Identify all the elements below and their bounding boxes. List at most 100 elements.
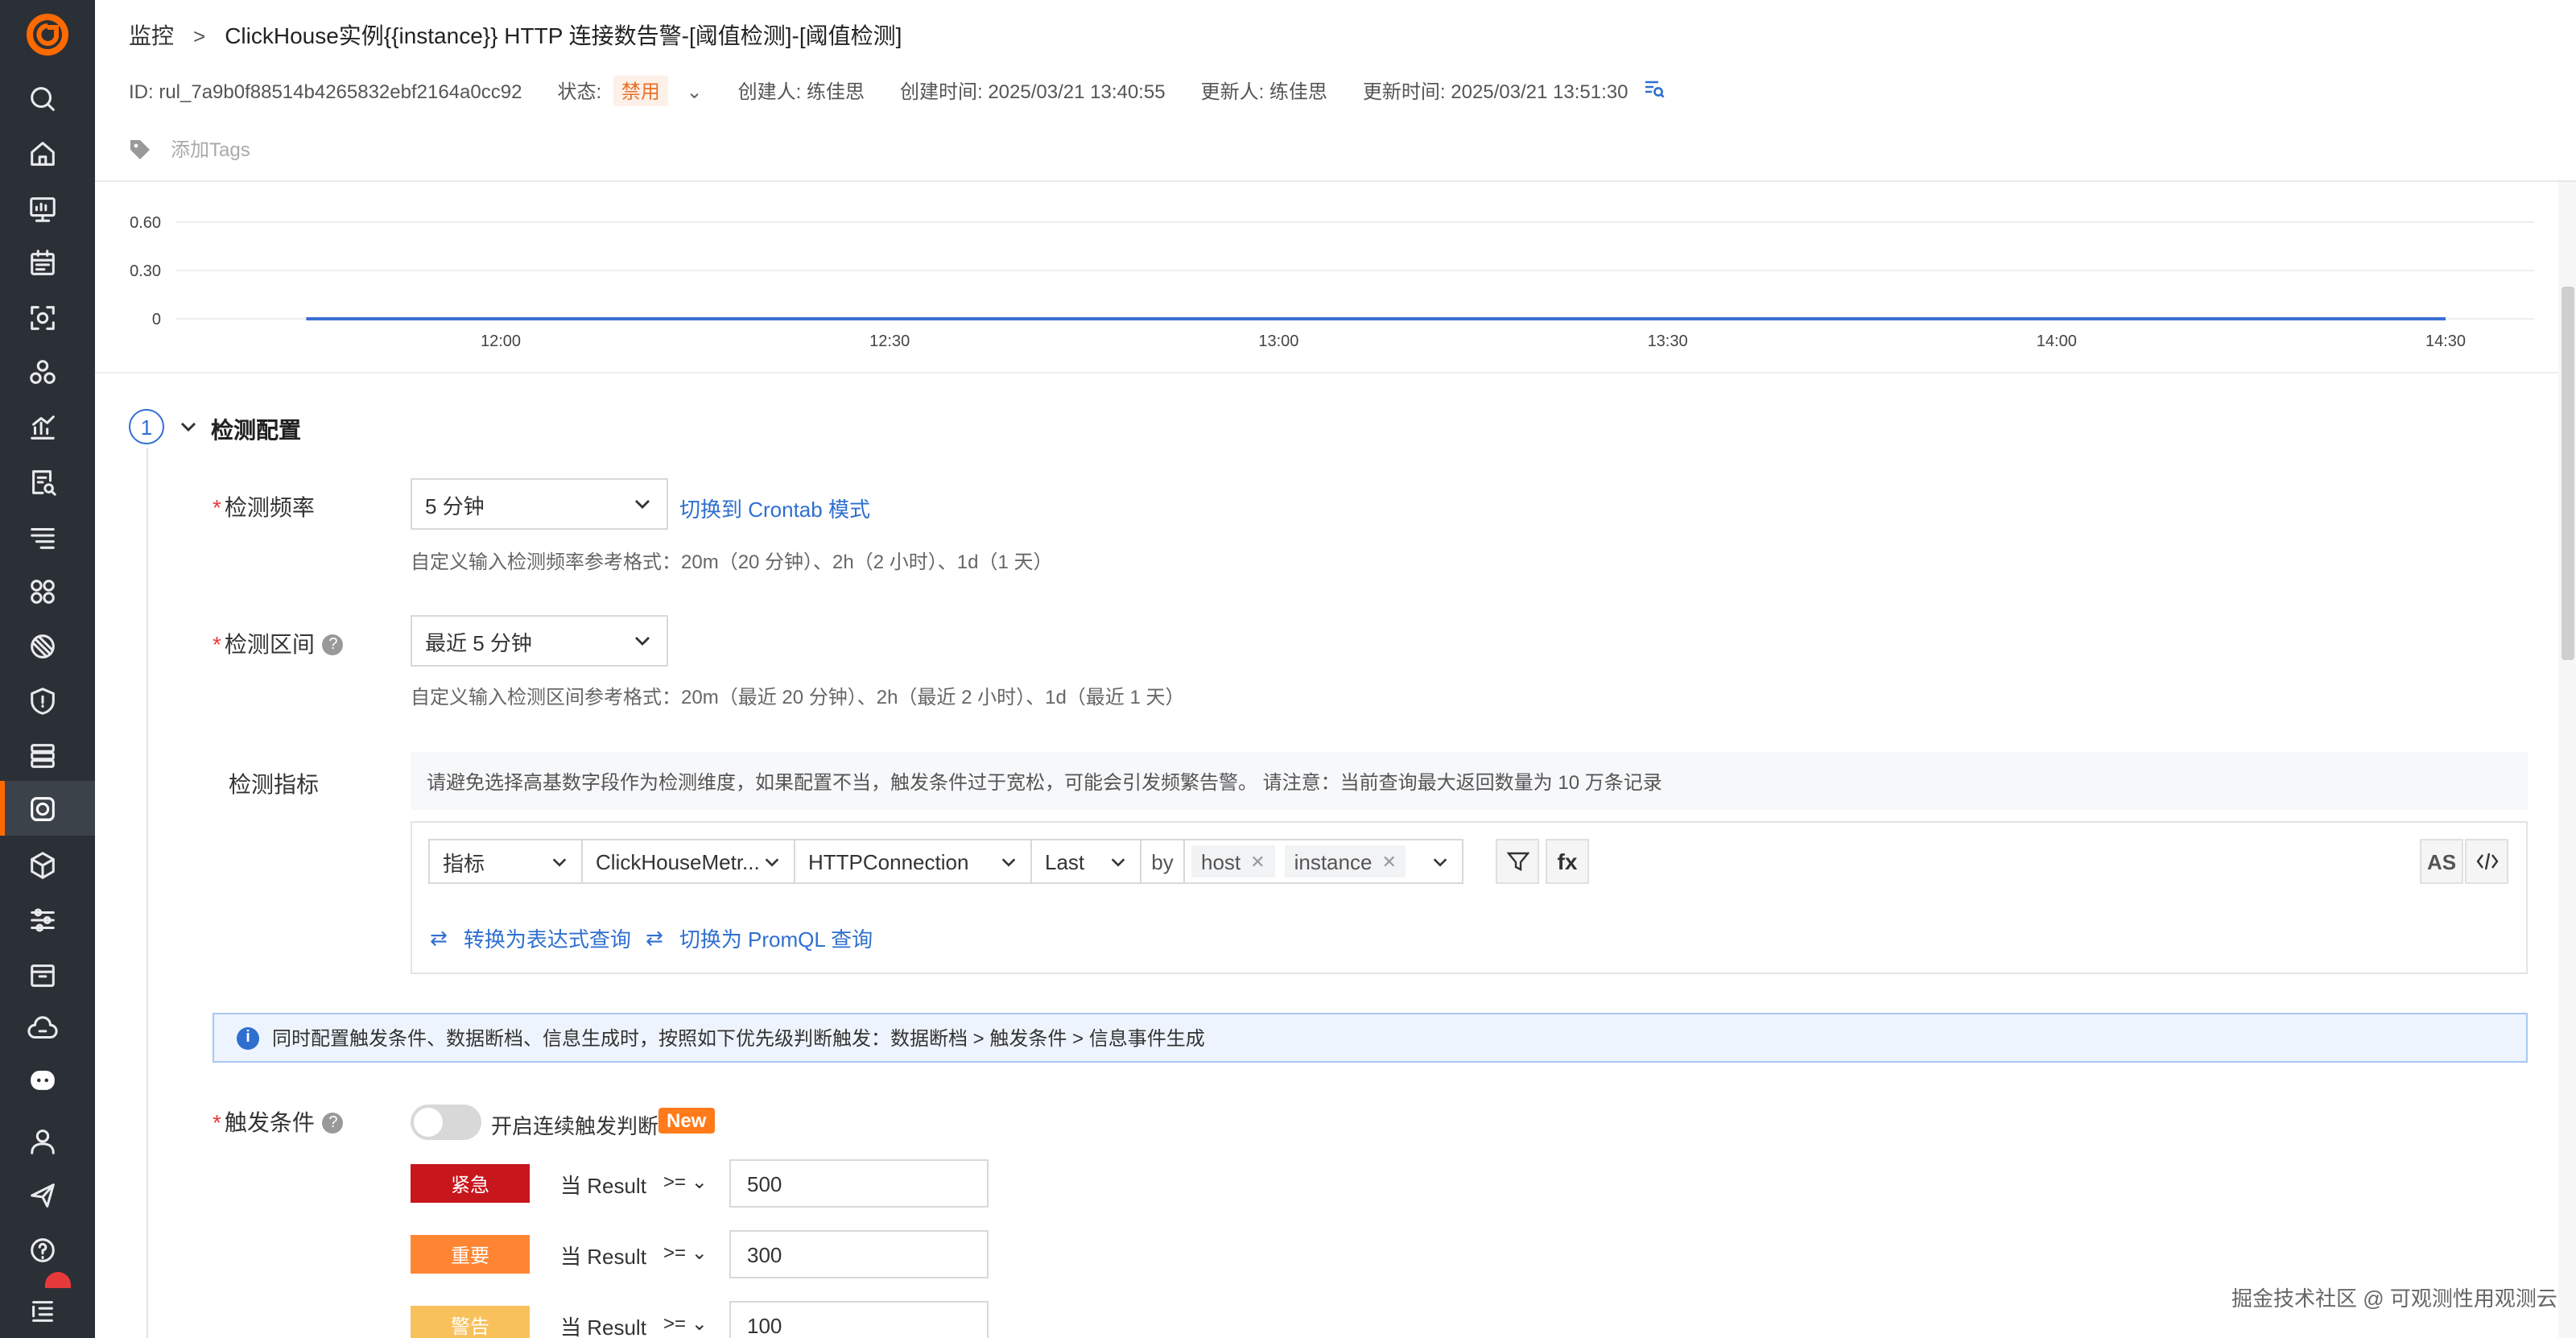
to-expression-link[interactable]: ⇄ 转换为表达式查询 <box>430 923 631 953</box>
breadcrumb-monitor[interactable]: 监控 <box>129 19 174 52</box>
help-icon[interactable]: ? <box>322 1112 344 1133</box>
interval-label-text: 检测区间 <box>224 631 315 657</box>
box-icon[interactable] <box>23 955 61 993</box>
server-icon[interactable] <box>23 736 61 774</box>
updated-at: 更新时间: 2025/03/21 13:51:30 <box>1362 81 1629 103</box>
chevron-down-icon: ⌄ <box>686 1241 708 1264</box>
function-button[interactable]: fx <box>1546 839 1589 884</box>
priority-info-bar: i 同时配置触发条件、数据断档、信息生成时，按照如下优先级判断触发：数据断档 >… <box>213 1013 2528 1063</box>
continuous-trigger-toggle[interactable] <box>411 1105 481 1140</box>
audit-log-search-icon[interactable] <box>1644 78 1665 104</box>
close-icon[interactable]: ✕ <box>1381 851 1396 872</box>
switch-crontab-link[interactable]: 切换到 Crontab 模式 <box>679 493 870 523</box>
scan-icon[interactable] <box>23 298 61 337</box>
operator-select[interactable]: >= ⌄ <box>663 1171 708 1193</box>
x-tick-label: 12:30 <box>869 332 910 350</box>
status-badge: 禁用 <box>613 76 668 106</box>
code-button[interactable] <box>2465 839 2508 884</box>
chevron-down-icon <box>552 858 567 867</box>
alarm-icon[interactable] <box>23 789 61 828</box>
robot-icon[interactable] <box>23 1059 61 1098</box>
condition-text: 当 Result <box>560 1174 646 1198</box>
watermark: 掘金技术社区 @ 可观测性用观测云 <box>2231 1286 2557 1311</box>
section-collapse-chevron-icon[interactable] <box>179 417 198 441</box>
operator-value: >= <box>663 1241 687 1264</box>
page-title: ClickHouse实例{{instance}} HTTP 连接数告警-[阈值检… <box>225 23 902 48</box>
to-expression-text: 转换为表达式查询 <box>463 927 631 952</box>
operator-value: >= <box>663 1171 687 1193</box>
settings-sliders-icon[interactable] <box>23 900 61 939</box>
guance-logo-icon[interactable] <box>26 13 69 56</box>
threshold-input[interactable]: 300 <box>729 1230 989 1278</box>
swap-icon: ⇄ <box>646 925 663 949</box>
y-tick-label: 0.60 <box>130 214 161 232</box>
rum-icon[interactable] <box>23 626 61 665</box>
user-icon[interactable] <box>23 1121 61 1159</box>
help-icon[interactable] <box>23 1230 61 1269</box>
calendar-icon[interactable] <box>23 243 61 282</box>
status-label: 状态: <box>557 81 602 103</box>
query-type-select[interactable]: 指标 <box>428 839 583 884</box>
cube-icon[interactable] <box>23 845 61 884</box>
frequency-select[interactable]: 5 分钟 <box>411 478 668 530</box>
list-filter-icon[interactable] <box>23 517 61 555</box>
x-tick-label: 14:30 <box>2425 332 2466 350</box>
breadcrumb-chevron-icon: > <box>193 23 206 47</box>
filter-icon <box>1506 852 1529 871</box>
tags-row[interactable]: 添加Tags <box>129 135 250 163</box>
status-dropdown-chevron-icon[interactable]: ⌄ <box>687 81 703 103</box>
threshold-input[interactable]: 500 <box>729 1159 989 1208</box>
group-tag-instance: instance ✕ <box>1284 845 1406 878</box>
section-title: 检测配置 <box>211 417 301 443</box>
severity-badge: 重要 <box>411 1235 530 1274</box>
frequency-value: 5 分钟 <box>425 493 485 518</box>
aggregation-select[interactable]: Last <box>1030 839 1141 884</box>
to-promql-text: 切换为 PromQL 查询 <box>679 927 873 952</box>
field-select[interactable]: HTTPConnection <box>794 839 1032 884</box>
measurement-select[interactable]: ClickHouseMetr... <box>581 839 795 884</box>
toggle-knob <box>414 1108 443 1137</box>
log-search-icon[interactable] <box>23 462 61 501</box>
monitor-screen-icon[interactable] <box>23 188 61 227</box>
operator-select[interactable]: >= ⌄ <box>663 1241 708 1264</box>
chart-icon[interactable] <box>23 407 61 446</box>
preview-line-chart: 0.60 0.30 0 12:00 12:30 13:00 13:30 14:00 14:30 <box>130 214 2534 350</box>
add-tags-placeholder: 添加Tags <box>171 138 250 161</box>
aggregation-value: Last <box>1045 849 1085 873</box>
trigger-label: * 触发条件 ? <box>213 1106 344 1138</box>
swap-icon: ⇄ <box>430 925 448 949</box>
cloud-sync-icon[interactable] <box>23 1010 61 1048</box>
alias-button[interactable]: AS <box>2420 839 2463 884</box>
operator-select[interactable]: >= ⌄ <box>663 1312 708 1335</box>
rule-status: 状态: 禁用 ⌄ <box>557 76 703 106</box>
interval-value: 最近 5 分钟 <box>425 630 532 655</box>
send-icon[interactable] <box>23 1175 61 1214</box>
tag-icon <box>130 139 150 159</box>
filter-button[interactable] <box>1496 839 1539 884</box>
chevron-down-icon: ⌄ <box>686 1171 708 1193</box>
continuous-trigger-text: 开启连续触发判断 <box>491 1114 659 1138</box>
menu-list-icon[interactable] <box>23 1291 61 1330</box>
measurement-value: ClickHouseMetr... <box>596 849 760 873</box>
frequency-hint: 自定义输入检测频率参考格式：20m（20 分钟）、2h（2 小时）、1d（1 天… <box>411 551 1053 573</box>
y-tick-label: 0 <box>152 311 161 328</box>
threshold-input[interactable]: 100 <box>729 1301 989 1338</box>
query-type-value: 指标 <box>443 851 485 875</box>
security-icon[interactable] <box>23 681 61 720</box>
group-tag-host: host ✕ <box>1191 845 1275 878</box>
code-icon <box>2475 853 2498 870</box>
rule-meta: ID: rul_7a9b0f88514b4265832ebf2164a0cc92… <box>129 76 1700 106</box>
x-tick-label: 14:00 <box>2037 332 2077 350</box>
home-icon[interactable] <box>23 134 61 172</box>
severity-badge: 紧急 <box>411 1164 530 1203</box>
close-icon[interactable]: ✕ <box>1250 851 1265 872</box>
search-icon[interactable] <box>23 79 61 118</box>
apps-icon[interactable] <box>23 572 61 610</box>
group-by-select[interactable]: host ✕ instance ✕ <box>1183 839 1463 884</box>
interval-select[interactable]: 最近 5 分钟 <box>411 615 668 667</box>
page-scrollbar-thumb[interactable] <box>2562 287 2574 660</box>
help-icon[interactable]: ? <box>322 634 344 655</box>
cluster-icon[interactable] <box>23 353 61 391</box>
chevron-down-icon <box>635 500 650 509</box>
to-promql-link[interactable]: ⇄ 切换为 PromQL 查询 <box>646 923 873 953</box>
